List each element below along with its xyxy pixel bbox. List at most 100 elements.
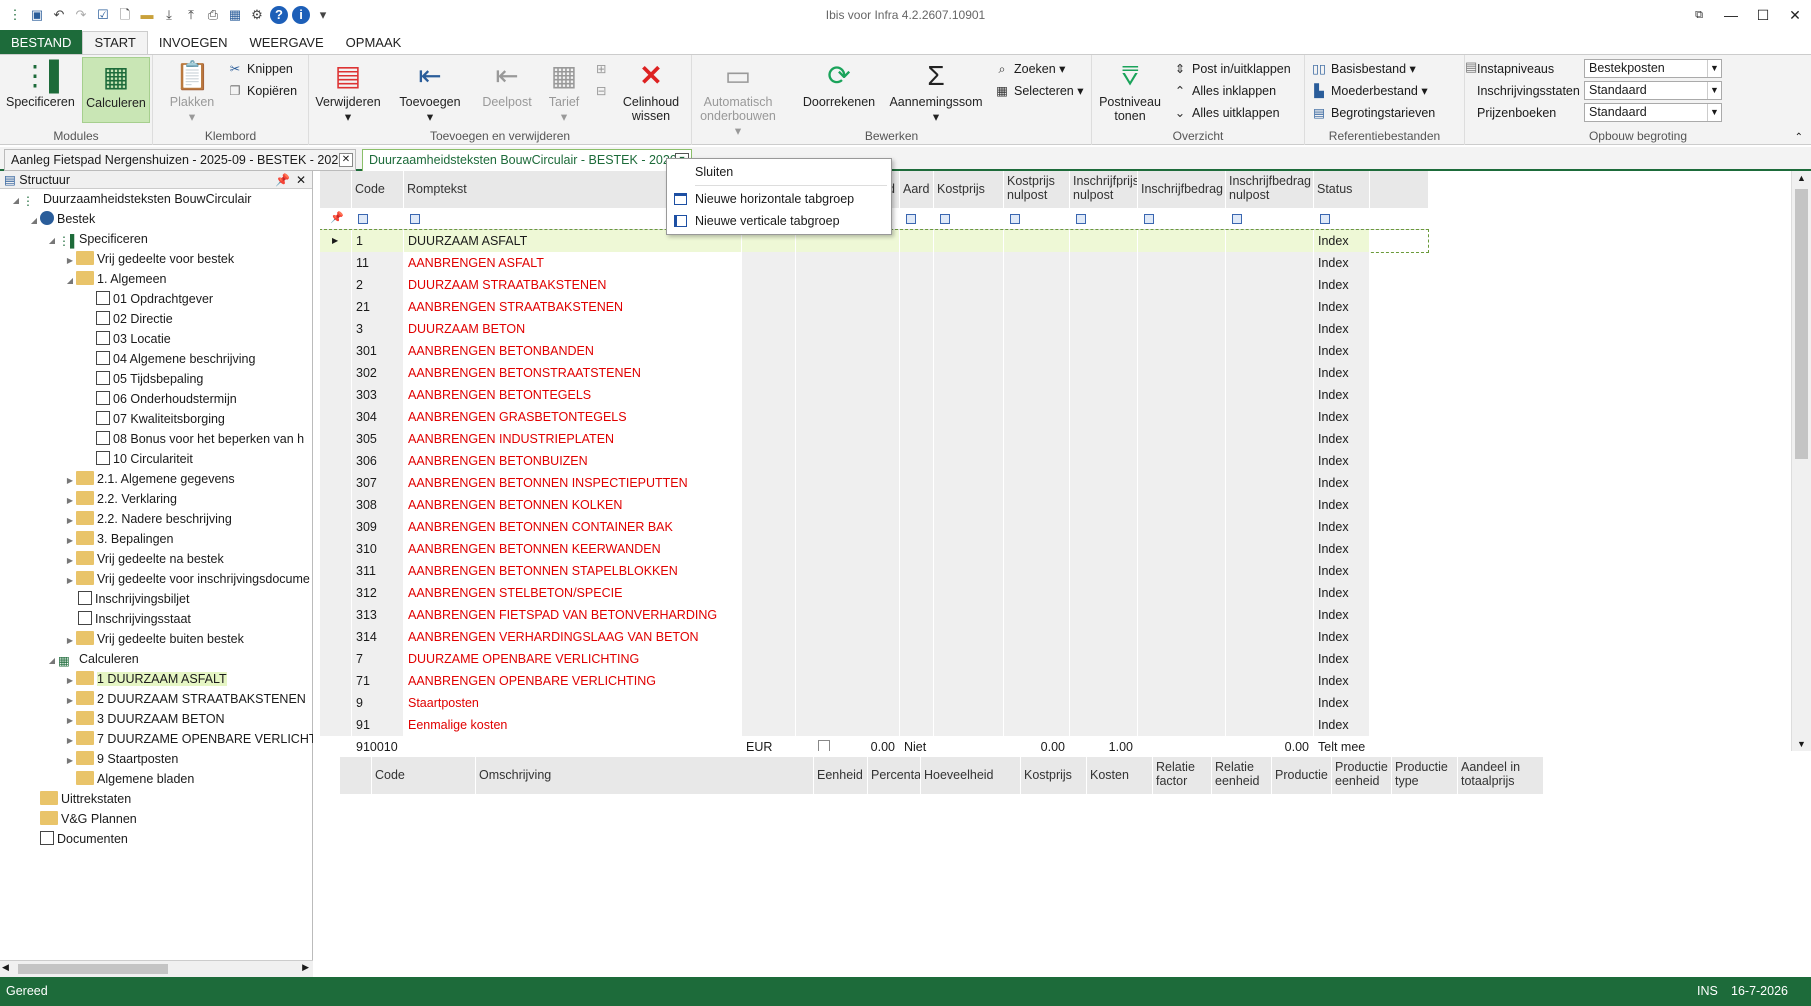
- cell-empty[interactable]: [1138, 384, 1226, 406]
- cell-empty[interactable]: [900, 670, 934, 692]
- row-selector[interactable]: [320, 648, 352, 670]
- cell-code[interactable]: 309: [352, 516, 404, 538]
- cell-empty[interactable]: [1004, 340, 1070, 362]
- cell-empty[interactable]: [1004, 648, 1070, 670]
- cell-empty[interactable]: [934, 604, 1004, 626]
- scroll-down-icon[interactable]: ▼: [1797, 739, 1806, 749]
- row-selector[interactable]: [320, 604, 352, 626]
- filter-icon[interactable]: [358, 214, 368, 224]
- cell-empty[interactable]: [934, 648, 1004, 670]
- cell-code[interactable]: 312: [352, 582, 404, 604]
- col-aard[interactable]: Aard: [900, 171, 934, 208]
- cell-romptekst[interactable]: AANBRENGEN BETONBUIZEN: [404, 450, 742, 472]
- cell-empty[interactable]: [1004, 318, 1070, 340]
- minimize-button[interactable]: —: [1715, 0, 1747, 30]
- tarief-button[interactable]: ▦ Tarief ▾: [539, 57, 589, 124]
- cell-status[interactable]: Index: [1314, 538, 1370, 560]
- cell-romptekst[interactable]: Eenmalige kosten: [404, 714, 742, 736]
- cell-empty[interactable]: [934, 626, 1004, 648]
- cell-empty[interactable]: [1070, 274, 1138, 296]
- detail-col-code[interactable]: Code: [372, 757, 476, 794]
- cell-empty[interactable]: [1004, 560, 1070, 582]
- zoeken-button[interactable]: ⌕ Zoeken ▾: [994, 59, 1065, 79]
- maximize-button[interactable]: ☐: [1747, 0, 1779, 30]
- cell-code[interactable]: 91: [352, 714, 404, 736]
- menu-item-sluiten[interactable]: Sluiten: [667, 161, 891, 183]
- cell-empty[interactable]: [1226, 560, 1314, 582]
- cell-empty[interactable]: [900, 560, 934, 582]
- cell-empty[interactable]: [1226, 494, 1314, 516]
- table-row[interactable]: 9 Staartposten Index: [320, 692, 1428, 714]
- cell-code[interactable]: 21: [352, 296, 404, 318]
- tab-weergave[interactable]: WEERGAVE: [238, 32, 334, 54]
- col-kostprijs[interactable]: Kostprijs: [934, 171, 1004, 208]
- postniveau-tonen-button[interactable]: ⩢ Postniveau tonen: [1098, 57, 1162, 123]
- row-selector[interactable]: [320, 362, 352, 384]
- cell-code[interactable]: 310: [352, 538, 404, 560]
- close-icon[interactable]: ✕: [339, 153, 353, 167]
- cell-empty[interactable]: [1004, 230, 1070, 252]
- table-row[interactable]: 312 AANBRENGEN STELBETON/SPECIE Index: [320, 582, 1428, 604]
- cell-empty[interactable]: [900, 450, 934, 472]
- cell-empty[interactable]: [1226, 318, 1314, 340]
- cell-empty[interactable]: [1070, 340, 1138, 362]
- cell-empty[interactable]: [1226, 450, 1314, 472]
- cell-romptekst[interactable]: AANBRENGEN BETONNEN INSPECTIEPUTTEN: [404, 472, 742, 494]
- filter-icon[interactable]: [940, 214, 950, 224]
- cell-code[interactable]: 302: [352, 362, 404, 384]
- tree-node[interactable]: Uittrekstaten: [40, 789, 131, 809]
- cell-empty[interactable]: [1226, 714, 1314, 736]
- cell-empty[interactable]: [742, 626, 796, 648]
- cell-inschrijfprijs-nulpost[interactable]: 1,00: [1070, 736, 1138, 751]
- cell-empty[interactable]: [742, 428, 796, 450]
- cell-empty[interactable]: [1226, 384, 1314, 406]
- tree-node[interactable]: ◢ ⋮ Duurzaamheidsteksten BouwCirculair: [10, 189, 252, 209]
- cell-empty[interactable]: [1138, 648, 1226, 670]
- cell-empty[interactable]: [900, 538, 934, 560]
- cell-romptekst[interactable]: AANBRENGEN BETONNEN KOLKEN: [404, 494, 742, 516]
- cell-empty[interactable]: [1138, 582, 1226, 604]
- cell-romptekst[interactable]: AANBRENGEN BETONNEN STAPELBLOKKEN: [404, 560, 742, 582]
- cell-code[interactable]: 305: [352, 428, 404, 450]
- cell-empty[interactable]: [1070, 362, 1138, 384]
- table-row[interactable]: 303 AANBRENGEN BETONTEGELS Index: [320, 384, 1428, 406]
- doc-tab-aanleg[interactable]: Aanleg Fietspad Nergenshuizen - 2025-09 …: [4, 149, 356, 187]
- tree-node[interactable]: ▶ 3 DUURZAAM BETON: [64, 709, 225, 729]
- verwijderen-button[interactable]: ▤ Verwijderen ▾: [313, 57, 383, 124]
- knippen-button[interactable]: ✂ Knippen: [227, 59, 293, 79]
- filter-icon[interactable]: [906, 214, 916, 224]
- cell-empty[interactable]: [1004, 406, 1070, 428]
- tree-node[interactable]: 05 Tijdsbepaling: [96, 369, 203, 389]
- cell-empty[interactable]: [900, 714, 934, 736]
- row-selector[interactable]: [320, 538, 352, 560]
- col-inschrijfbedrag-nulpost[interactable]: Inschrijfbedrag nulpost: [1226, 171, 1314, 208]
- cell-empty[interactable]: [796, 516, 900, 538]
- detail-col-kostprijs[interactable]: Kostprijs: [1021, 757, 1087, 794]
- cell-status[interactable]: Index: [1314, 340, 1370, 362]
- cell-empty[interactable]: [1070, 604, 1138, 626]
- filter-icon[interactable]: [410, 214, 420, 224]
- cell-status[interactable]: Index: [1314, 384, 1370, 406]
- cell-romptekst[interactable]: DUURZAAM STRAATBAKSTENEN: [404, 274, 742, 296]
- tree-node[interactable]: ▶ Vrij gedeelte voor inschrijvingsdocume: [64, 569, 313, 589]
- cell-empty[interactable]: [1004, 428, 1070, 450]
- cell-empty[interactable]: [934, 538, 1004, 560]
- cell-empty[interactable]: [742, 516, 796, 538]
- detail-col-relatie-factor[interactable]: Relatie factor: [1153, 757, 1212, 794]
- cell-kostprijs-nulpost[interactable]: 0,00: [1004, 736, 1070, 751]
- row-selector[interactable]: [320, 296, 352, 318]
- cell-empty[interactable]: [934, 714, 1004, 736]
- col-kostprijs-nulpost[interactable]: Kostprijs nulpost: [1004, 171, 1070, 208]
- tree-node[interactable]: Inschrijvingsbiljet: [78, 589, 189, 609]
- tree-node[interactable]: 02 Directie: [96, 309, 173, 329]
- cell-empty[interactable]: [796, 670, 900, 692]
- tree-node-selected[interactable]: ▶ 1 DUURZAAM ASFALT: [64, 669, 227, 689]
- cell-empty[interactable]: [796, 384, 900, 406]
- cell-empty[interactable]: [1070, 230, 1138, 252]
- cell-empty[interactable]: [742, 406, 796, 428]
- cell-empty[interactable]: [900, 604, 934, 626]
- close-button[interactable]: ✕: [1779, 0, 1811, 30]
- cell-romptekst[interactable]: DUURZAAM BETON: [404, 318, 742, 340]
- cell-aard[interactable]: Niet: [900, 736, 934, 751]
- cell-status[interactable]: Index: [1314, 494, 1370, 516]
